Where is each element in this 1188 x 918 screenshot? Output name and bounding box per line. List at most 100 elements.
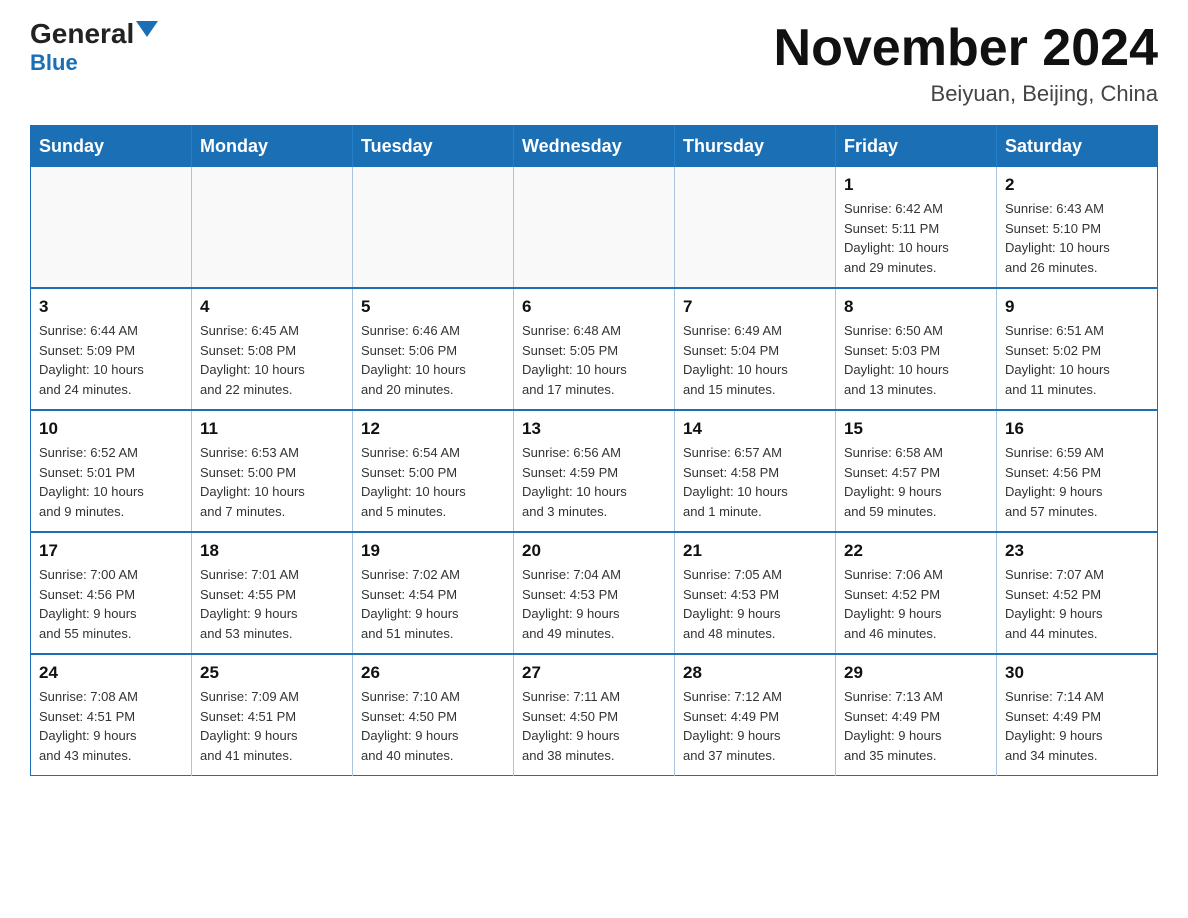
day-number: 30 [1005,663,1149,683]
day-info: Sunrise: 6:42 AM Sunset: 5:11 PM Dayligh… [844,199,988,277]
day-info: Sunrise: 6:51 AM Sunset: 5:02 PM Dayligh… [1005,321,1149,399]
calendar-cell: 3 Sunrise: 6:44 AM Sunset: 5:09 PM Daylig… [31,288,192,410]
calendar-cell: 29 Sunrise: 7:13 AM Sunset: 4:49 PM Dayli… [836,654,997,776]
day-number: 14 [683,419,827,439]
day-number: 10 [39,419,183,439]
day-info: Sunrise: 7:11 AM Sunset: 4:50 PM Dayligh… [522,687,666,765]
logo-text-general: General [30,20,134,48]
calendar-cell: 17Sunrise: 7:00 AM Sunset: 4:56 PM Dayli… [31,532,192,654]
calendar-cell: 7 Sunrise: 6:49 AM Sunset: 5:04 PM Daylig… [675,288,836,410]
day-info: Sunrise: 6:43 AM Sunset: 5:10 PM Dayligh… [1005,199,1149,277]
day-info: Sunrise: 6:52 AM Sunset: 5:01 PM Dayligh… [39,443,183,521]
calendar-cell: 27 Sunrise: 7:11 AM Sunset: 4:50 PM Dayli… [514,654,675,776]
calendar-cell: 28Sunrise: 7:12 AM Sunset: 4:49 PM Dayli… [675,654,836,776]
day-info: Sunrise: 7:09 AM Sunset: 4:51 PM Dayligh… [200,687,344,765]
day-info: Sunrise: 7:12 AM Sunset: 4:49 PM Dayligh… [683,687,827,765]
day-info: Sunrise: 6:45 AM Sunset: 5:08 PM Dayligh… [200,321,344,399]
day-info: Sunrise: 6:59 AM Sunset: 4:56 PM Dayligh… [1005,443,1149,521]
day-info: Sunrise: 6:49 AM Sunset: 5:04 PM Dayligh… [683,321,827,399]
calendar-cell: 9 Sunrise: 6:51 AM Sunset: 5:02 PM Daylig… [997,288,1158,410]
day-info: Sunrise: 6:46 AM Sunset: 5:06 PM Dayligh… [361,321,505,399]
day-number: 29 [844,663,988,683]
weekday-header-wednesday: Wednesday [514,126,675,168]
calendar-cell: 16 Sunrise: 6:59 AM Sunset: 4:56 PM Dayli… [997,410,1158,532]
day-info: Sunrise: 6:58 AM Sunset: 4:57 PM Dayligh… [844,443,988,521]
calendar-cell: 15Sunrise: 6:58 AM Sunset: 4:57 PM Dayli… [836,410,997,532]
day-info: Sunrise: 6:54 AM Sunset: 5:00 PM Dayligh… [361,443,505,521]
day-info: Sunrise: 7:14 AM Sunset: 4:49 PM Dayligh… [1005,687,1149,765]
day-info: Sunrise: 7:04 AM Sunset: 4:53 PM Dayligh… [522,565,666,643]
day-number: 22 [844,541,988,561]
calendar-cell: 20 Sunrise: 7:04 AM Sunset: 4:53 PM Dayli… [514,532,675,654]
day-number: 3 [39,297,183,317]
calendar-cell: 4 Sunrise: 6:45 AM Sunset: 5:08 PM Daylig… [192,288,353,410]
month-title: November 2024 [774,20,1158,77]
day-number: 2 [1005,175,1149,195]
day-number: 25 [200,663,344,683]
day-number: 7 [683,297,827,317]
calendar-cell [675,167,836,288]
calendar-cell [31,167,192,288]
calendar-week-row: 24 Sunrise: 7:08 AM Sunset: 4:51 PM Dayli… [31,654,1158,776]
day-number: 19 [361,541,505,561]
calendar-cell: 2 Sunrise: 6:43 AM Sunset: 5:10 PM Daylig… [997,167,1158,288]
day-number: 18 [200,541,344,561]
calendar-cell: 5 Sunrise: 6:46 AM Sunset: 5:06 PM Daylig… [353,288,514,410]
calendar-cell [353,167,514,288]
day-number: 4 [200,297,344,317]
calendar-cell: 8Sunrise: 6:50 AM Sunset: 5:03 PM Daylig… [836,288,997,410]
day-number: 20 [522,541,666,561]
calendar-cell: 6 Sunrise: 6:48 AM Sunset: 5:05 PM Daylig… [514,288,675,410]
day-info: Sunrise: 6:44 AM Sunset: 5:09 PM Dayligh… [39,321,183,399]
calendar-table: SundayMondayTuesdayWednesdayThursdayFrid… [30,125,1158,776]
calendar-week-row: 17Sunrise: 7:00 AM Sunset: 4:56 PM Dayli… [31,532,1158,654]
day-info: Sunrise: 7:01 AM Sunset: 4:55 PM Dayligh… [200,565,344,643]
logo-text-blue: Blue [30,50,78,76]
day-info: Sunrise: 7:13 AM Sunset: 4:49 PM Dayligh… [844,687,988,765]
calendar-cell: 30 Sunrise: 7:14 AM Sunset: 4:49 PM Dayli… [997,654,1158,776]
weekday-header-saturday: Saturday [997,126,1158,168]
day-info: Sunrise: 6:56 AM Sunset: 4:59 PM Dayligh… [522,443,666,521]
calendar-cell: 18 Sunrise: 7:01 AM Sunset: 4:55 PM Dayli… [192,532,353,654]
weekday-header-monday: Monday [192,126,353,168]
calendar-cell: 13 Sunrise: 6:56 AM Sunset: 4:59 PM Dayli… [514,410,675,532]
logo-triangle-icon [136,21,158,43]
calendar-cell: 22Sunrise: 7:06 AM Sunset: 4:52 PM Dayli… [836,532,997,654]
calendar-cell: 12Sunrise: 6:54 AM Sunset: 5:00 PM Dayli… [353,410,514,532]
day-info: Sunrise: 7:07 AM Sunset: 4:52 PM Dayligh… [1005,565,1149,643]
calendar-week-row: 10 Sunrise: 6:52 AM Sunset: 5:01 PM Dayli… [31,410,1158,532]
day-info: Sunrise: 7:02 AM Sunset: 4:54 PM Dayligh… [361,565,505,643]
page-header: General Blue November 2024 Beiyuan, Beij… [30,20,1158,107]
day-info: Sunrise: 6:50 AM Sunset: 5:03 PM Dayligh… [844,321,988,399]
calendar-cell: 19 Sunrise: 7:02 AM Sunset: 4:54 PM Dayli… [353,532,514,654]
day-info: Sunrise: 6:53 AM Sunset: 5:00 PM Dayligh… [200,443,344,521]
day-info: Sunrise: 7:05 AM Sunset: 4:53 PM Dayligh… [683,565,827,643]
day-number: 9 [1005,297,1149,317]
calendar-cell [514,167,675,288]
day-number: 21 [683,541,827,561]
weekday-header-tuesday: Tuesday [353,126,514,168]
day-number: 16 [1005,419,1149,439]
weekday-header-sunday: Sunday [31,126,192,168]
logo: General Blue [30,20,158,76]
day-info: Sunrise: 7:10 AM Sunset: 4:50 PM Dayligh… [361,687,505,765]
day-number: 6 [522,297,666,317]
calendar-cell: 10 Sunrise: 6:52 AM Sunset: 5:01 PM Dayli… [31,410,192,532]
day-number: 1 [844,175,988,195]
calendar-cell [192,167,353,288]
day-number: 27 [522,663,666,683]
weekday-header-row: SundayMondayTuesdayWednesdayThursdayFrid… [31,126,1158,168]
weekday-header-thursday: Thursday [675,126,836,168]
calendar-cell: 25 Sunrise: 7:09 AM Sunset: 4:51 PM Dayli… [192,654,353,776]
calendar-cell: 26 Sunrise: 7:10 AM Sunset: 4:50 PM Dayli… [353,654,514,776]
day-number: 24 [39,663,183,683]
day-info: Sunrise: 6:48 AM Sunset: 5:05 PM Dayligh… [522,321,666,399]
calendar-cell: 11Sunrise: 6:53 AM Sunset: 5:00 PM Dayli… [192,410,353,532]
day-info: Sunrise: 7:08 AM Sunset: 4:51 PM Dayligh… [39,687,183,765]
day-number: 5 [361,297,505,317]
calendar-cell: 23Sunrise: 7:07 AM Sunset: 4:52 PM Dayli… [997,532,1158,654]
day-number: 26 [361,663,505,683]
day-number: 17 [39,541,183,561]
day-number: 13 [522,419,666,439]
day-info: Sunrise: 6:57 AM Sunset: 4:58 PM Dayligh… [683,443,827,521]
